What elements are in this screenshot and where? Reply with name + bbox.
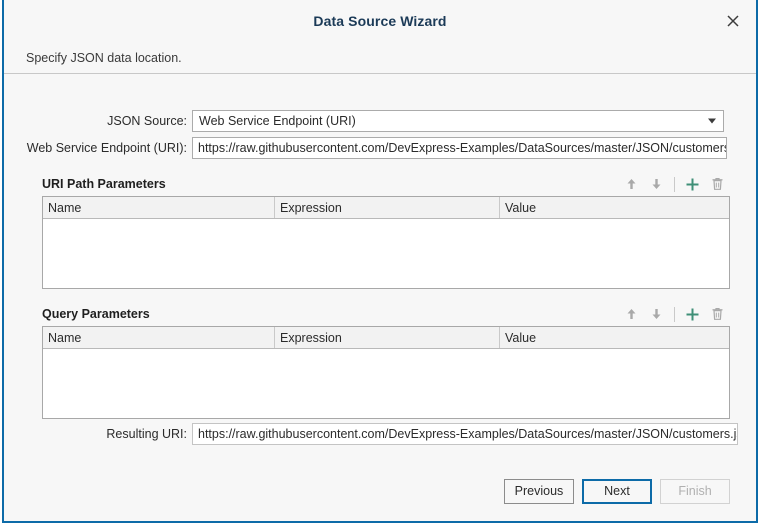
column-header-value[interactable]: Value [500, 327, 729, 348]
close-button[interactable] [710, 0, 756, 42]
previous-button[interactable]: Previous [504, 478, 574, 504]
json-source-row: JSON Source: Web Service Endpoint (URI) [4, 110, 756, 132]
data-source-wizard-dialog: Data Source Wizard Specify JSON data loc… [2, 0, 758, 523]
json-source-label: JSON Source: [107, 114, 187, 128]
resulting-uri-row: Resulting URI: https://raw.githubusercon… [4, 423, 756, 445]
uri-path-parameters-grid[interactable]: Name Expression Value [42, 196, 730, 289]
next-button[interactable]: Next [582, 478, 652, 504]
json-source-value: Web Service Endpoint (URI) [199, 114, 356, 128]
column-header-expression[interactable]: Expression [275, 327, 500, 348]
column-header-expression[interactable]: Expression [275, 197, 500, 218]
json-source-select[interactable]: Web Service Endpoint (URI) [192, 110, 724, 132]
wizard-step-description: Specify JSON data location. [26, 50, 182, 65]
chevron-down-icon [708, 118, 716, 124]
dialog-body: JSON Source: Web Service Endpoint (URI) … [4, 74, 756, 461]
finish-button: Finish [660, 478, 730, 504]
endpoint-input[interactable]: https://raw.githubusercontent.com/DevExp… [192, 137, 727, 159]
section-toolbar [619, 302, 730, 326]
endpoint-row: Web Service Endpoint (URI): https://raw.… [4, 137, 756, 159]
uri-path-parameters-section: URI Path Parameters Name Expression Valu… [42, 172, 730, 289]
delete-icon[interactable] [705, 302, 730, 326]
description-bar: Specify JSON data location. [4, 42, 756, 74]
toolbar-separator [674, 306, 675, 322]
resulting-uri-label: Resulting URI: [106, 427, 187, 441]
section-title: URI Path Parameters [42, 177, 166, 191]
query-parameters-section: Query Parameters Name Expression Value [42, 302, 730, 419]
section-header: URI Path Parameters [42, 172, 730, 196]
query-parameters-grid[interactable]: Name Expression Value [42, 326, 730, 419]
grid-empty-body[interactable] [43, 219, 729, 288]
toolbar-separator [674, 176, 675, 192]
page-title: Data Source Wizard [313, 13, 447, 29]
column-header-value[interactable]: Value [500, 197, 729, 218]
add-icon[interactable] [680, 302, 705, 326]
add-icon[interactable] [680, 172, 705, 196]
section-title: Query Parameters [42, 307, 150, 321]
section-header: Query Parameters [42, 302, 730, 326]
grid-header-row: Name Expression Value [43, 197, 729, 219]
resulting-uri-output: https://raw.githubusercontent.com/DevExp… [192, 423, 738, 445]
title-bar: Data Source Wizard [4, 0, 756, 42]
close-icon [726, 14, 740, 28]
move-down-icon[interactable] [644, 172, 669, 196]
section-toolbar [619, 172, 730, 196]
endpoint-label: Web Service Endpoint (URI): [26, 141, 187, 155]
column-header-name[interactable]: Name [43, 197, 275, 218]
column-header-name[interactable]: Name [43, 327, 275, 348]
grid-header-row: Name Expression Value [43, 327, 729, 349]
move-up-icon[interactable] [619, 172, 644, 196]
dialog-footer: Previous Next Finish [4, 461, 756, 521]
grid-empty-body[interactable] [43, 349, 729, 418]
delete-icon[interactable] [705, 172, 730, 196]
move-down-icon[interactable] [644, 302, 669, 326]
move-up-icon[interactable] [619, 302, 644, 326]
